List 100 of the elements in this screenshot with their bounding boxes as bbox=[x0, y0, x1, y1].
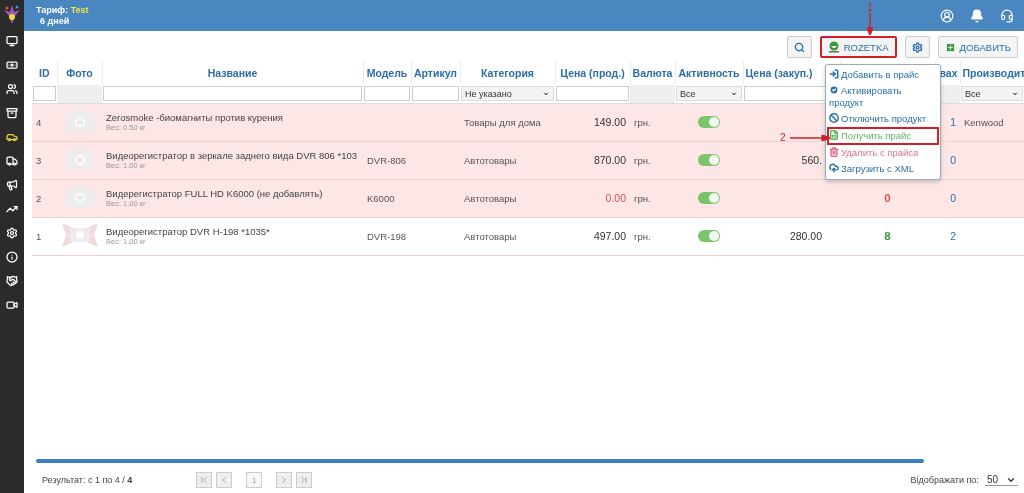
menu-item[interactable]: Добавить в прайс bbox=[827, 67, 939, 83]
id-text: 1 bbox=[36, 230, 42, 242]
users-icon bbox=[6, 83, 18, 95]
column-header[interactable]: Артикул bbox=[413, 67, 458, 79]
search-icon bbox=[793, 41, 805, 53]
camera-icon bbox=[64, 110, 95, 132]
id-text: 4 bbox=[36, 116, 42, 128]
stock-text: 8 bbox=[884, 230, 891, 242]
column-header[interactable]: Цена (прод.) bbox=[560, 67, 625, 79]
menu-item[interactable]: Отключить продукт bbox=[827, 111, 939, 127]
product-name: Видеорегистратор в зеркале заднего вида DVR 806 *103 bbox=[106, 150, 359, 161]
active-toggle[interactable] bbox=[698, 154, 720, 166]
price-text: 870.00 bbox=[593, 154, 626, 166]
smiley-logo-icon bbox=[827, 41, 840, 53]
archive-icon bbox=[6, 107, 18, 119]
currency-text: грн. bbox=[634, 116, 651, 128]
model-text: DVR-806 bbox=[367, 154, 407, 166]
active-toggle[interactable] bbox=[698, 116, 720, 128]
page-number[interactable]: 1 bbox=[246, 472, 263, 488]
purchase-price-text: 280.00 bbox=[789, 230, 822, 242]
count-text: 1 bbox=[950, 116, 956, 128]
category-text: Товары для дома bbox=[464, 116, 541, 128]
video-icon bbox=[6, 299, 18, 311]
id-text: 3 bbox=[36, 154, 42, 166]
count-text: 2 bbox=[950, 230, 956, 242]
chart-icon bbox=[6, 203, 18, 215]
headset-icon[interactable] bbox=[1000, 8, 1014, 23]
column-header[interactable]: Название bbox=[207, 67, 258, 79]
model-text: DVR-198 bbox=[367, 230, 407, 242]
filter-select[interactable]: Все bbox=[676, 86, 742, 102]
price-text: 0.00 bbox=[605, 192, 626, 204]
column-header[interactable]: Фото bbox=[66, 67, 93, 79]
filter-field[interactable] bbox=[556, 86, 629, 102]
megaphone-icon bbox=[6, 179, 18, 191]
category-text: Автотовары bbox=[464, 192, 517, 204]
filter-field[interactable] bbox=[103, 86, 362, 102]
horizontal-scrollbar[interactable] bbox=[36, 459, 924, 463]
add-button[interactable]: ДОБАВИТЬ bbox=[937, 36, 1018, 58]
arrow-icon bbox=[867, 13, 873, 35]
price-text: 149.00 bbox=[593, 116, 626, 128]
menu-item[interactable]: Загрузить с XML bbox=[827, 161, 939, 177]
result-text: Результат: с 1 по 4 / 4 bbox=[42, 475, 133, 485]
gear-icon bbox=[6, 227, 18, 239]
stock-text: 0 bbox=[884, 192, 891, 204]
product-name: Zerosmoke -биомагниты против курения bbox=[106, 112, 285, 123]
user-icon[interactable] bbox=[940, 8, 954, 23]
currency-text: грн. bbox=[634, 192, 651, 204]
handshake-icon bbox=[6, 275, 18, 287]
camera-icon bbox=[64, 148, 95, 170]
first-icon bbox=[199, 475, 210, 485]
filter-field[interactable] bbox=[364, 86, 410, 102]
column-header[interactable]: Цена (закуп.) bbox=[745, 67, 813, 79]
plus-icon bbox=[944, 41, 956, 53]
count-text: 0 bbox=[950, 192, 956, 204]
filter-select[interactable]: Все bbox=[961, 86, 1023, 102]
currency-text: грн. bbox=[634, 154, 651, 166]
currency-text: грн. bbox=[634, 230, 651, 242]
annotation-number: 1 bbox=[867, 2, 873, 13]
arrow-icon bbox=[789, 134, 830, 141]
monitor-icon bbox=[6, 35, 18, 47]
plan-label: Тариф: Test bbox=[36, 4, 89, 16]
bell-icon[interactable] bbox=[970, 8, 984, 23]
menu-item[interactable]: Удалить с прайса bbox=[827, 145, 939, 161]
model-text: K6000 bbox=[367, 192, 395, 204]
search-button[interactable] bbox=[786, 36, 812, 58]
category-text: Автотовары bbox=[464, 154, 517, 166]
filter-field[interactable] bbox=[33, 86, 56, 102]
purchase-price-text: 560. bbox=[801, 154, 822, 166]
column-header[interactable]: Категория bbox=[481, 67, 534, 79]
filter-select[interactable]: Не указано bbox=[461, 86, 554, 102]
camera-icon bbox=[64, 186, 95, 208]
money-icon bbox=[6, 59, 18, 71]
column-header[interactable]: Валюта bbox=[632, 67, 673, 79]
column-header[interactable]: Активность bbox=[678, 67, 740, 79]
price-text: 497.00 bbox=[593, 230, 626, 242]
info-icon bbox=[6, 251, 18, 263]
product-name: Видеорегистратор DVR H-198 *1035* bbox=[106, 226, 271, 237]
per-page-label: Відображати по: bbox=[910, 475, 979, 485]
active-toggle[interactable] bbox=[698, 192, 720, 204]
logo-icon bbox=[3, 4, 21, 26]
product-name: Видерегистратор FULL HD K6000 (не добавлять) bbox=[106, 188, 324, 199]
filter-field[interactable] bbox=[412, 86, 459, 102]
category-text: Автотовары bbox=[464, 230, 517, 242]
active-toggle[interactable] bbox=[698, 230, 720, 242]
car-icon bbox=[6, 131, 18, 143]
rozetka-button[interactable]: ROZETKA bbox=[819, 36, 897, 58]
days-left: 6 дней bbox=[39, 15, 71, 27]
manufacturer-text: Kenwood bbox=[964, 116, 1004, 128]
id-text: 2 bbox=[36, 192, 42, 204]
column-header[interactable]: ID bbox=[39, 67, 50, 79]
count-text: 0 bbox=[950, 154, 956, 166]
settings-button[interactable] bbox=[904, 36, 930, 58]
broken-image-icon bbox=[61, 222, 99, 248]
per-page-select[interactable]: 50 bbox=[984, 474, 1018, 486]
column-header[interactable]: Модель bbox=[366, 67, 408, 79]
last-icon bbox=[299, 475, 310, 485]
truck-icon bbox=[6, 155, 18, 167]
settings-icon bbox=[911, 41, 923, 53]
menu-item[interactable]: Активировать продукт bbox=[827, 83, 939, 111]
annotation-number: 2 bbox=[780, 132, 786, 143]
